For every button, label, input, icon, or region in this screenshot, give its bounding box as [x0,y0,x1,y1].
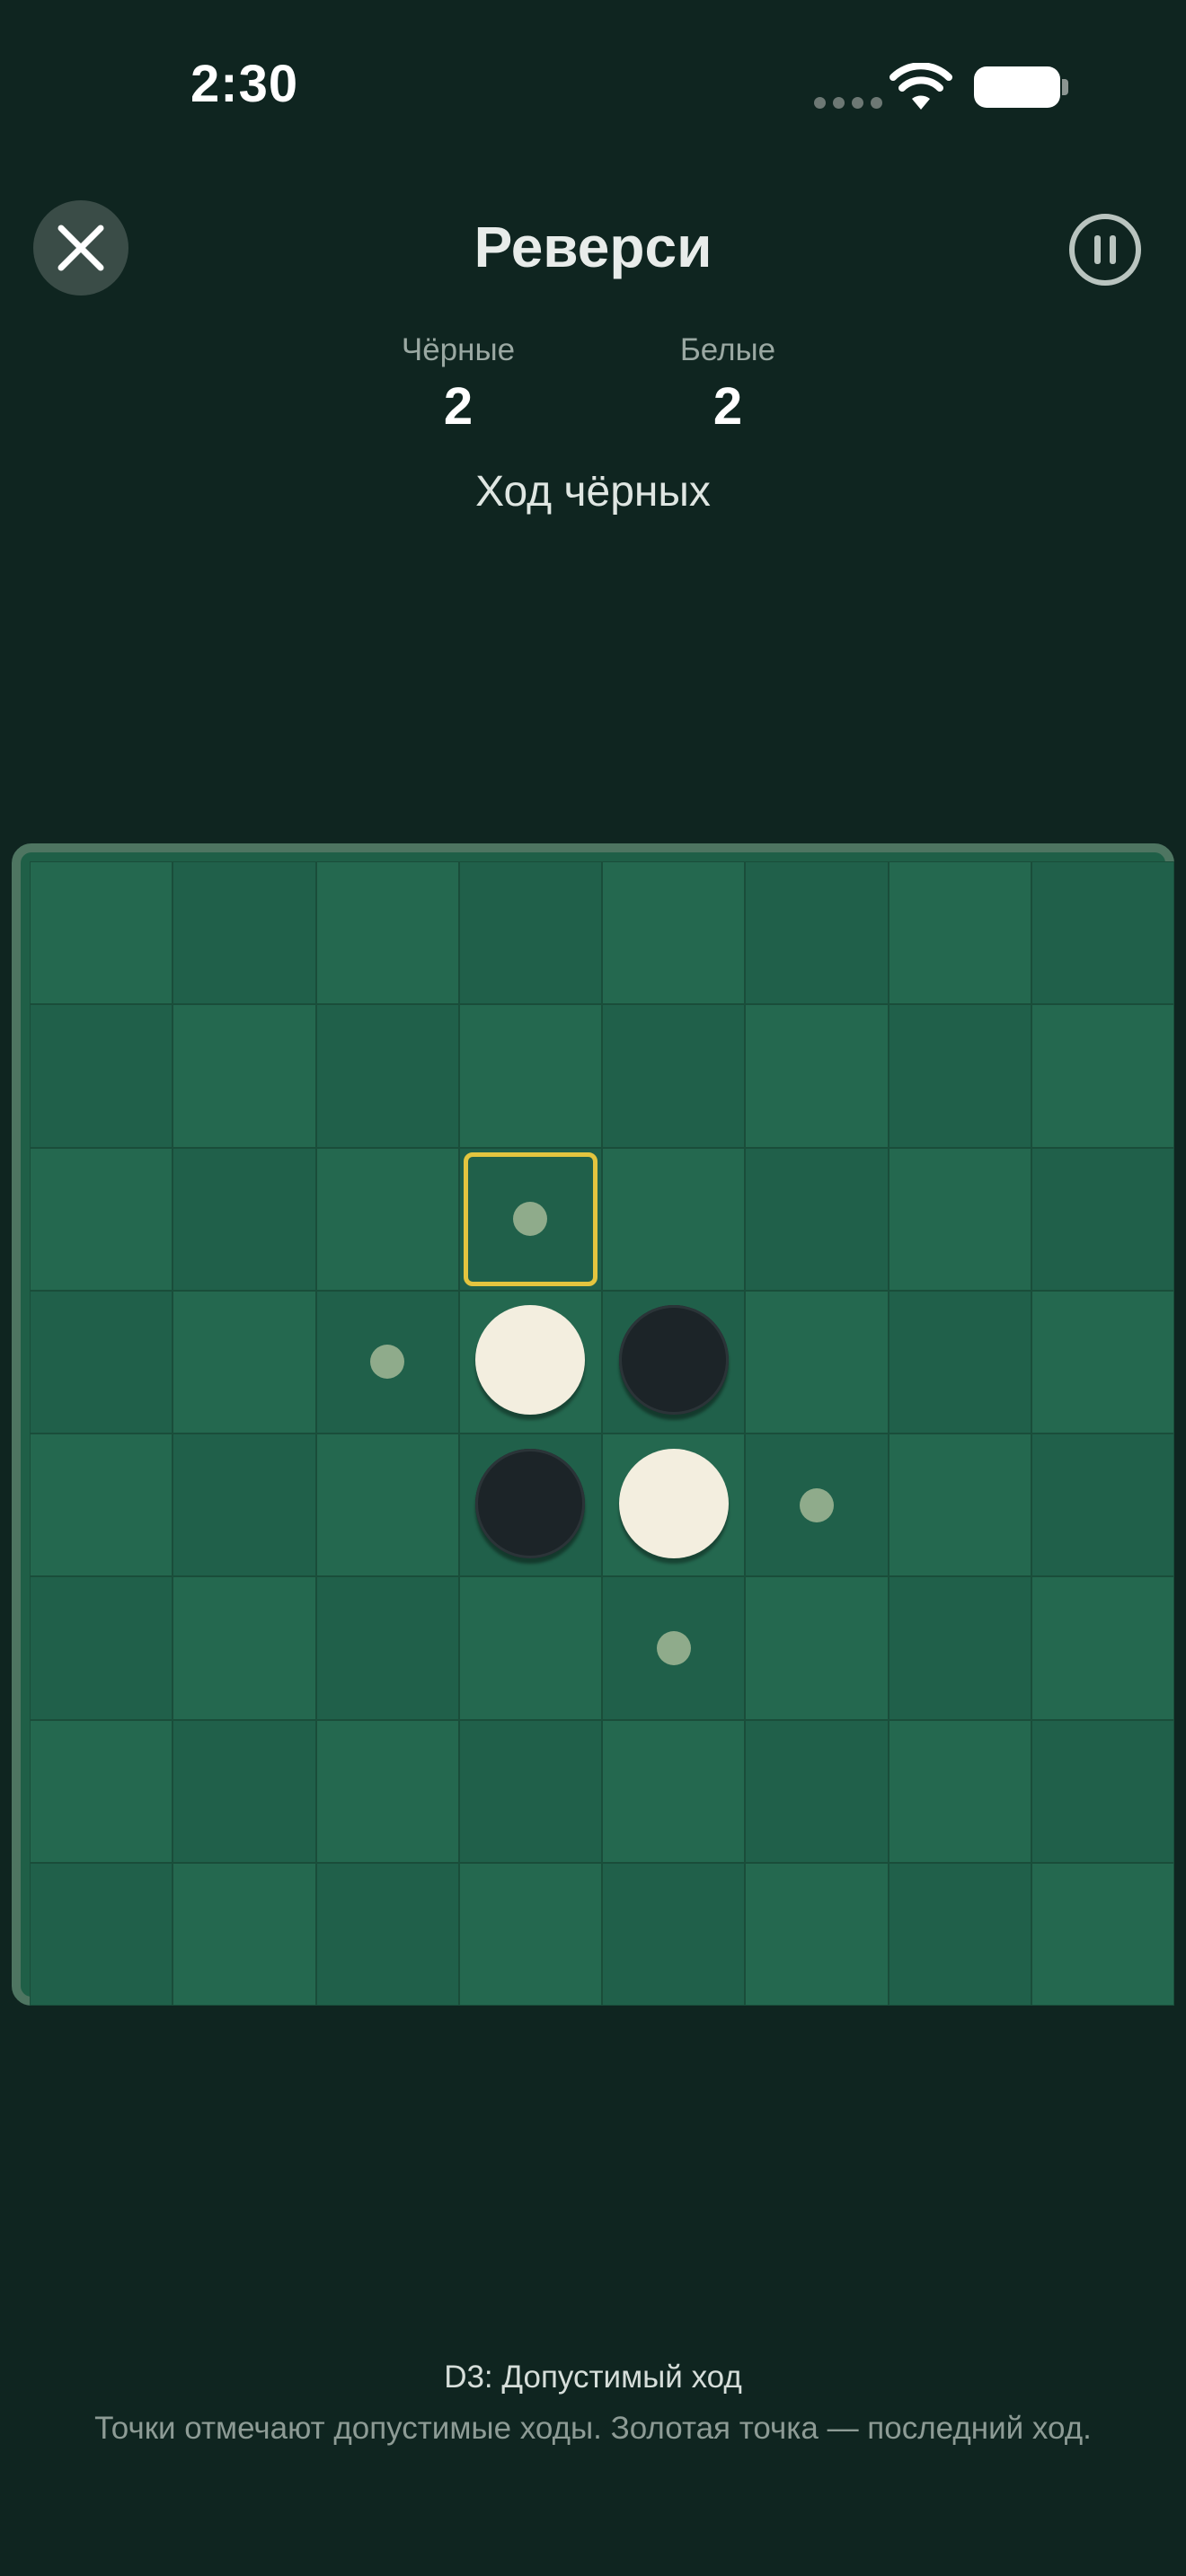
board-cell-g2[interactable] [888,1004,1031,1148]
board-cell-c2[interactable] [315,1004,459,1148]
board-cell-g8[interactable] [888,1862,1031,2006]
score-white-label: Белые [679,332,776,367]
board-cell-c8[interactable] [315,1862,459,2006]
board-cell-a7[interactable] [30,1719,173,1863]
board-cell-h8[interactable] [1031,1862,1174,2006]
board-cell-e5[interactable] [602,1434,746,1577]
valid-move-dot [656,1630,691,1665]
valid-move-dot [799,1487,834,1522]
board-cell-a2[interactable] [30,1004,173,1148]
board-cell-d8[interactable] [458,1862,602,2006]
game-board[interactable] [30,861,1174,2006]
valid-move-dot [370,1345,405,1380]
black-disc [618,1305,729,1416]
board-cell-b2[interactable] [173,1004,316,1148]
board-cell-c5[interactable] [315,1434,459,1577]
board-cell-b5[interactable] [173,1434,316,1577]
board-cell-f1[interactable] [745,861,889,1005]
board-cell-b1[interactable] [173,861,316,1005]
board-cell-e4[interactable] [602,1290,746,1434]
board-cell-h4[interactable] [1031,1290,1174,1434]
board-cell-c7[interactable] [315,1719,459,1863]
black-disc [475,1448,586,1558]
board-cell-f6[interactable] [745,1576,889,1720]
score-white: Белые 2 [620,331,836,438]
board-cell-f4[interactable] [745,1290,889,1434]
board-cell-h6[interactable] [1031,1576,1174,1720]
board-cell-f8[interactable] [745,1862,889,2006]
board-cell-g7[interactable] [888,1719,1031,1863]
battery-icon [974,66,1060,108]
board-cell-a8[interactable] [30,1862,173,2006]
score-black-label: Чёрные [401,332,516,367]
board-cell-g4[interactable] [888,1290,1031,1434]
move-status-text: D3: Допустимый ход [444,2360,742,2395]
board-cell-e3[interactable] [602,1147,746,1291]
white-disc [618,1448,729,1558]
board-cell-f2[interactable] [745,1004,889,1148]
pause-button[interactable] [1067,212,1143,287]
board-cell-g3[interactable] [888,1147,1031,1291]
board-cell-c4[interactable] [315,1290,459,1434]
board-cell-d6[interactable] [458,1576,602,1720]
board-cell-c1[interactable] [315,861,459,1005]
status-bar: 2:30 [0,0,1186,171]
board-cell-a6[interactable] [30,1576,173,1720]
board-cell-a3[interactable] [30,1147,173,1291]
board-cell-a4[interactable] [30,1290,173,1434]
board-cell-d2[interactable] [458,1004,602,1148]
board-cell-d5[interactable] [458,1434,602,1577]
page-title: Реверси [474,215,712,279]
board-cell-e6[interactable] [602,1576,746,1720]
board-cell-g1[interactable] [888,861,1031,1005]
board-cell-e7[interactable] [602,1719,746,1863]
score-black: Чёрные 2 [350,331,566,438]
battery-cap [1062,79,1068,95]
board-cell-g6[interactable] [888,1576,1031,1720]
board-cell-c3[interactable] [315,1147,459,1291]
valid-move-dot [513,1202,548,1237]
board-cell-h3[interactable] [1031,1147,1174,1291]
board-cell-g5[interactable] [888,1434,1031,1577]
board-cell-h5[interactable] [1031,1434,1174,1577]
board-cell-f3[interactable] [745,1147,889,1291]
score-white-value: 2 [712,377,743,436]
board-cell-h7[interactable] [1031,1719,1174,1863]
board-cell-d4[interactable] [458,1290,602,1434]
board-cell-b7[interactable] [173,1719,316,1863]
board-cell-d1[interactable] [458,861,602,1005]
board-cell-b3[interactable] [173,1147,316,1291]
board-cell-h2[interactable] [1031,1004,1174,1148]
white-disc [475,1305,586,1416]
score-black-value: 2 [443,377,474,436]
board-cell-e8[interactable] [602,1862,746,2006]
board-cell-e2[interactable] [602,1004,746,1148]
board-cell-a5[interactable] [30,1434,173,1577]
game-board-frame [12,843,1174,2006]
board-cell-f5[interactable] [745,1434,889,1577]
board-cell-d3[interactable] [458,1147,602,1291]
turn-indicator: Ход чёрных [475,468,711,516]
board-cell-b4[interactable] [173,1290,316,1434]
status-time: 2:30 [190,55,299,113]
board-cell-a1[interactable] [30,861,173,1005]
board-cell-e1[interactable] [602,861,746,1005]
legend-hint-text: Точки отмечают допустимые ходы. Золотая … [94,2411,1092,2446]
board-cell-b6[interactable] [173,1576,316,1720]
board-cell-h1[interactable] [1031,861,1174,1005]
board-cell-d7[interactable] [458,1719,602,1863]
cellular-signal-icon [814,97,882,109]
board-cell-b8[interactable] [173,1862,316,2006]
board-cell-c6[interactable] [315,1576,459,1720]
wifi-icon [890,63,952,110]
board-cell-f7[interactable] [745,1719,889,1863]
